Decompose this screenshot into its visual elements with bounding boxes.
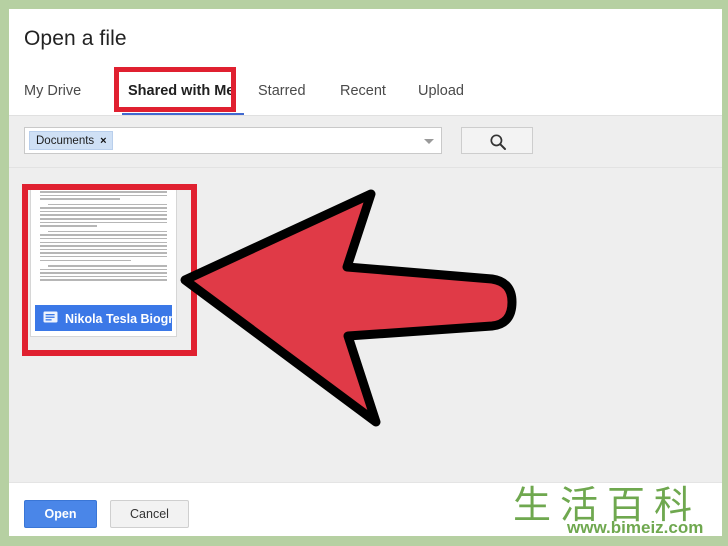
cancel-button[interactable]: Cancel	[110, 500, 189, 528]
filter-chip-documents[interactable]: Documents ×	[29, 131, 113, 150]
chevron-down-icon[interactable]	[424, 139, 434, 144]
filter-input-container[interactable]: Documents ×	[24, 127, 442, 154]
filter-chip-label: Documents	[36, 135, 95, 147]
frame-top-border	[0, 0, 728, 9]
close-icon[interactable]: ×	[100, 135, 106, 147]
frame-bottom-border	[0, 536, 728, 546]
file-name: Nikola Tesla Biogr...	[65, 311, 172, 326]
tab-recent[interactable]: Recent	[340, 71, 386, 111]
filter-toolbar: Documents ×	[9, 115, 722, 168]
tab-bar: My Drive Shared with Me Starred Recent U…	[9, 71, 722, 115]
tab-shared-with-me[interactable]: Shared with Me	[128, 71, 234, 111]
tab-starred[interactable]: Starred	[258, 71, 306, 111]
tab-my-drive[interactable]: My Drive	[24, 71, 81, 111]
page-title: Open a file	[24, 27, 127, 50]
frame-right-border	[722, 0, 728, 546]
file-thumbnail	[31, 185, 176, 303]
open-button[interactable]: Open	[24, 500, 97, 528]
dialog-footer: Open Cancel	[9, 482, 722, 536]
document-icon	[43, 306, 58, 331]
tab-upload[interactable]: Upload	[418, 71, 464, 111]
file-label[interactable]: Nikola Tesla Biogr...	[35, 305, 172, 331]
frame-left-border	[0, 0, 9, 546]
page-root: Open a file My Drive Shared with Me Star…	[0, 0, 728, 546]
search-icon	[489, 133, 507, 156]
open-a-file-dialog: Open a file My Drive Shared with Me Star…	[9, 9, 722, 536]
search-button[interactable]	[461, 127, 533, 154]
file-grid: Nikola Tesla Biogr...	[9, 168, 722, 482]
file-card-nikola-tesla[interactable]: Nikola Tesla Biogr...	[30, 184, 177, 337]
